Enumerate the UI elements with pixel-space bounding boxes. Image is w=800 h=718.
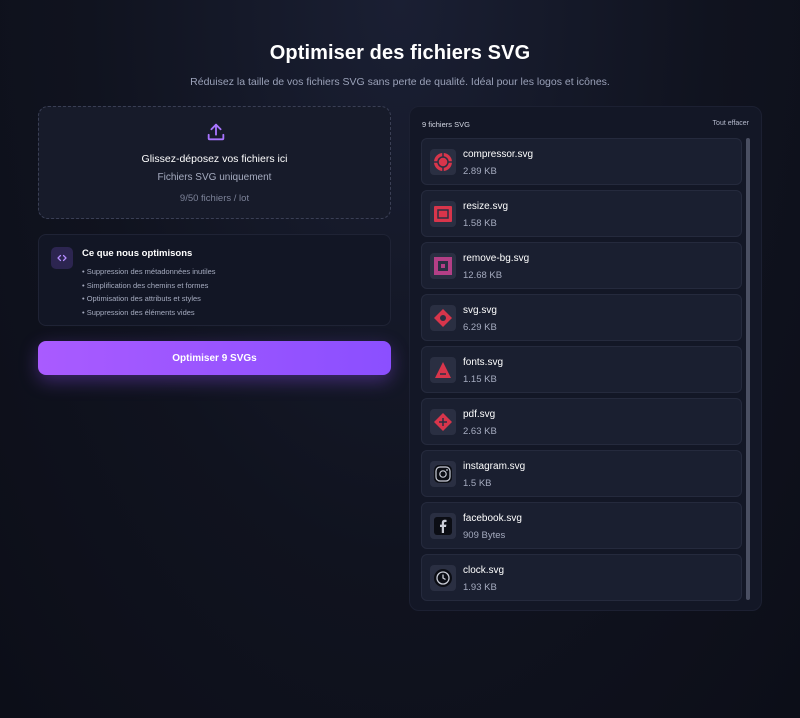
file-name: remove-bg.svg [463,253,530,264]
optimizations-list: • Suppression des métadonnées inutiles •… [82,265,216,320]
dropzone-file-count: 9/50 fichiers / lot [179,193,250,204]
file-size: 1.58 KB [463,218,497,229]
file-size: 1.5 KB [463,478,492,489]
optimize-button[interactable]: Optimiser 9 SVGs [38,341,391,375]
upload-icon [207,123,225,141]
file-size: 1.15 KB [463,374,497,385]
file-item[interactable]: clock.svg 1.93 KB [421,554,742,601]
optimization-item: • Suppression des éléments vides [82,308,195,318]
file-item[interactable]: svg.svg 6.29 KB [421,294,742,341]
file-name: svg.svg [463,305,497,316]
instagram-icon [430,461,456,487]
file-name: compressor.svg [463,149,534,160]
dropzone-title: Glissez-déposez vos fichiers ici [141,153,288,165]
file-dropzone[interactable]: Glissez-déposez vos fichiers ici Fichier… [38,106,391,219]
file-item[interactable]: resize.svg 1.58 KB [421,190,742,237]
file-size: 2.89 KB [463,166,497,177]
clock-icon [430,565,456,591]
optimization-item: • Simplification des chemins et formes [82,280,209,290]
file-name: fonts.svg [463,357,504,368]
file-size: 6.29 KB [463,322,497,333]
pdf-icon [430,409,456,435]
file-size: 12.68 KB [463,270,503,281]
info-title: Ce que nous optimisons [82,248,193,259]
file-item[interactable]: facebook.svg 909 Bytes [421,502,742,549]
page-title: Optimiser des fichiers SVG [269,42,531,64]
remove-bg-icon [430,253,456,279]
compressor-icon [430,149,456,175]
clear-all-button[interactable]: Tout effacer [713,120,749,127]
file-size: 1.93 KB [463,582,497,593]
file-list-scrollbar[interactable] [746,138,750,600]
optimizations-info-card: Ce que nous optimisons • Suppression des… [38,234,391,326]
file-name: clock.svg [463,565,505,576]
file-name: instagram.svg [463,461,526,472]
optimization-item: • Suppression des métadonnées inutiles [82,267,216,276]
file-size: 909 Bytes [463,530,506,541]
file-item[interactable]: compressor.svg 2.89 KB [421,138,742,185]
file-count-label: 9 fichiers SVG [422,120,470,129]
file-item[interactable]: remove-bg.svg 12.68 KB [421,242,742,289]
facebook-icon [430,513,456,539]
file-list: compressor.svg 2.89 KB resize.svg 1.58 K… [421,138,742,606]
page-subtitle: Réduisez la taille de vos fichiers SVG s… [190,76,610,88]
optimization-item: • Optimisation des attributs et styles [82,294,201,304]
code-icon [51,247,73,269]
svg-icon [430,305,456,331]
file-name: facebook.svg [463,513,522,524]
file-list-panel: 9 fichiers SVG Tout effacer compressor.s… [409,106,762,611]
file-item[interactable]: instagram.svg 1.5 KB [421,450,742,497]
resize-icon [430,201,456,227]
dropzone-subtitle: Fichiers SVG uniquement [157,172,272,183]
file-item[interactable]: pdf.svg 2.63 KB [421,398,742,445]
file-name: resize.svg [463,201,509,212]
fonts-icon [430,357,456,383]
file-size: 2.63 KB [463,426,497,437]
file-name: pdf.svg [463,409,496,420]
file-item[interactable]: fonts.svg 1.15 KB [421,346,742,393]
page-header: Optimiser des fichiers SVG Réduisez la t… [0,42,800,88]
